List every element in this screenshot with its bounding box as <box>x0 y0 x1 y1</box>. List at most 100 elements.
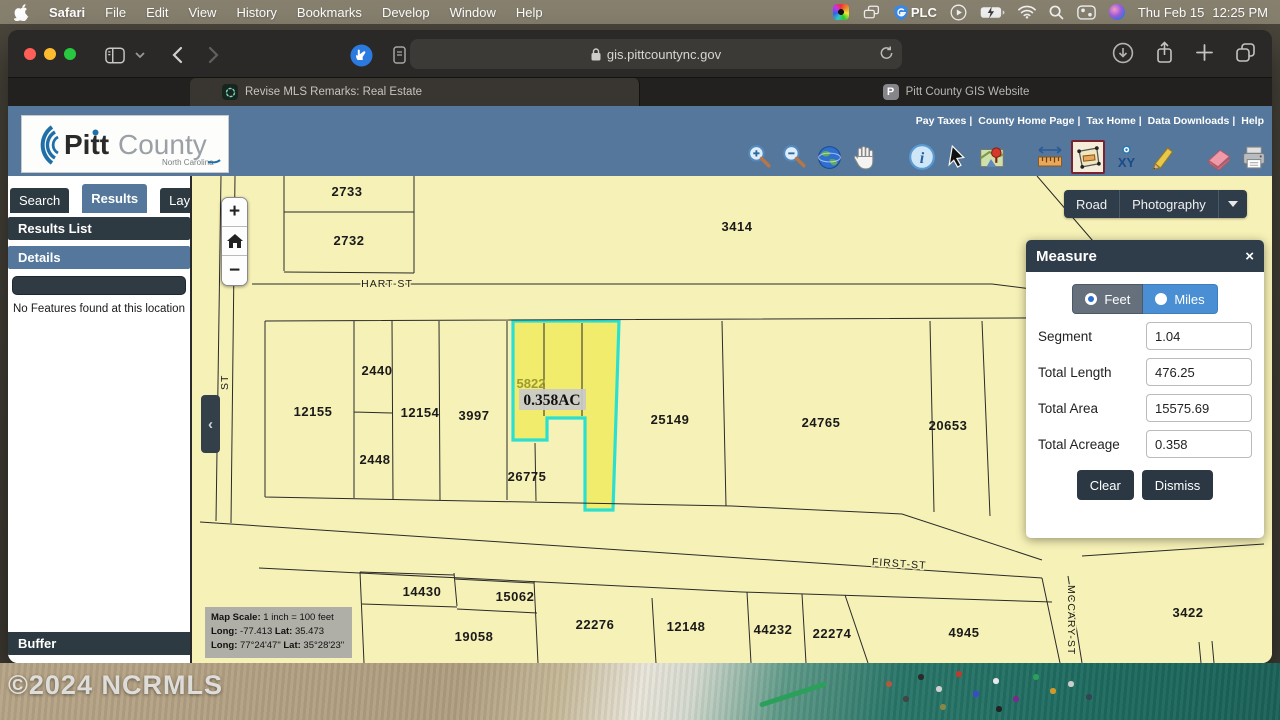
tab-title: Pitt County GIS Website <box>906 86 1030 98</box>
basemap-road-button[interactable]: Road <box>1064 190 1120 218</box>
screen-mirroring-icon[interactable] <box>862 4 880 20</box>
window-controls <box>24 48 76 60</box>
menu-history[interactable]: History <box>226 5 286 20</box>
apple-menu-icon[interactable] <box>14 4 29 21</box>
parcel-label: 26775 <box>508 469 547 484</box>
menu-edit[interactable]: Edit <box>136 5 178 20</box>
identify-info-icon[interactable]: i <box>908 143 936 171</box>
total-length-input[interactable] <box>1146 358 1252 386</box>
status-app-icon[interactable] <box>833 4 849 20</box>
menu-help[interactable]: Help <box>506 5 553 20</box>
menu-window[interactable]: Window <box>440 5 506 20</box>
menu-safari[interactable]: Safari <box>39 5 95 20</box>
basemap-photography-button[interactable]: Photography <box>1120 190 1219 218</box>
details-header[interactable]: Details <box>8 246 190 269</box>
tab-bar: Revise MLS Remarks: Real Estate P Pitt C… <box>8 78 1272 106</box>
pan-hand-icon[interactable] <box>850 143 878 171</box>
menu-bookmarks[interactable]: Bookmarks <box>287 5 372 20</box>
globe-zoom-extent-icon[interactable] <box>815 143 843 171</box>
menu-clock[interactable]: Thu Feb 15 12:25 PM <box>1138 5 1268 20</box>
reload-icon[interactable] <box>879 45 894 64</box>
eraser-icon[interactable] <box>1205 143 1233 171</box>
svg-text:XY: XY <box>1117 154 1135 169</box>
share-icon[interactable] <box>1155 41 1174 69</box>
xy-coordinates-icon[interactable]: XY <box>1112 143 1140 171</box>
control-center-icon[interactable] <box>1077 5 1096 20</box>
long-dms-value: 77°24'47" <box>237 640 283 651</box>
sidebar-collapse-handle[interactable]: ‹ <box>201 395 220 453</box>
battery-icon[interactable] <box>980 6 1005 19</box>
zoom-window-button[interactable] <box>64 48 76 60</box>
parcel-label: 14430 <box>403 584 442 599</box>
address-bar[interactable]: gis.pittcountync.gov <box>410 39 902 69</box>
parcel-label: 24765 <box>802 415 841 430</box>
shield-plc-icon[interactable]: PLC <box>893 4 937 21</box>
caret-down-icon <box>1228 201 1238 207</box>
total-area-input[interactable] <box>1146 394 1252 422</box>
play-status-icon[interactable] <box>950 4 967 21</box>
downloads-icon[interactable] <box>1112 42 1134 69</box>
segment-input[interactable] <box>1146 322 1252 350</box>
gis-favicon: P <box>883 84 899 100</box>
total-acreage-input[interactable] <box>1146 430 1252 458</box>
measure-distance-icon[interactable] <box>1036 143 1064 171</box>
map-scale-box: Map Scale: 1 inch = 100 feet Long: -77.4… <box>205 607 352 658</box>
spotlight-icon[interactable] <box>1049 5 1064 20</box>
zoom-out-button[interactable]: − <box>222 256 247 285</box>
zoom-in-button[interactable]: + <box>222 198 247 227</box>
extension-hand-icon[interactable] <box>348 42 374 68</box>
zoom-in-tool-icon[interactable] <box>745 143 773 171</box>
back-button[interactable] <box>164 42 190 68</box>
unit-feet-button[interactable]: Feet <box>1072 284 1143 314</box>
unit-miles-label: Miles <box>1174 292 1204 307</box>
map-viewport[interactable]: HART-ST FIRST-ST MCCARY-ST ST 2733 2732 … <box>190 176 1272 663</box>
logo-county-text: County <box>118 129 207 160</box>
extension-page-icon[interactable] <box>386 42 412 68</box>
tab-overview-icon[interactable] <box>1235 42 1256 68</box>
home-extent-button[interactable] <box>222 227 247 256</box>
close-window-button[interactable] <box>24 48 36 60</box>
link-data-downloads[interactable]: Data Downloads <box>1148 115 1230 127</box>
zoom-out-tool-icon[interactable] <box>780 143 808 171</box>
link-tax-home[interactable]: Tax Home <box>1086 115 1135 127</box>
wifi-icon[interactable] <box>1018 5 1036 19</box>
link-separator: | <box>1139 115 1142 127</box>
highlight-parcel-id: 5822 <box>517 376 546 391</box>
tab-pitt-county-gis[interactable]: P Pitt County GIS Website <box>640 78 1272 106</box>
siri-icon[interactable] <box>1109 4 1125 20</box>
sidebar-toggle-icon[interactable] <box>102 42 128 68</box>
link-county-home[interactable]: County Home Page <box>978 115 1074 127</box>
close-icon[interactable]: × <box>1245 248 1254 265</box>
tab-revise-mls[interactable]: Revise MLS Remarks: Real Estate <box>190 78 640 106</box>
locate-map-marker-icon[interactable] <box>978 143 1006 171</box>
tab-search[interactable]: Search <box>10 188 69 213</box>
dismiss-button[interactable]: Dismiss <box>1142 470 1214 500</box>
menu-develop[interactable]: Develop <box>372 5 440 20</box>
long-label: Long: <box>211 626 237 637</box>
print-icon[interactable] <box>1240 143 1268 171</box>
parcel-label: 22274 <box>813 626 852 641</box>
draw-pencil-icon[interactable] <box>1147 143 1175 171</box>
results-list-header[interactable]: Results List <box>8 217 190 240</box>
segment-label: Segment <box>1038 329 1146 344</box>
clear-button[interactable]: Clear <box>1077 470 1134 500</box>
menu-view[interactable]: View <box>179 5 227 20</box>
basemap-dropdown-button[interactable] <box>1219 190 1247 218</box>
select-pointer-icon[interactable] <box>943 143 971 171</box>
new-tab-icon[interactable] <box>1195 43 1214 67</box>
tab-results[interactable]: Results <box>82 184 147 213</box>
forward-button[interactable] <box>200 42 226 68</box>
map-zoom-control: + − <box>221 197 248 286</box>
measure-area-icon-active[interactable] <box>1071 140 1105 174</box>
link-pay-taxes[interactable]: Pay Taxes <box>916 115 967 127</box>
sidebar-chevron-icon[interactable] <box>132 42 148 68</box>
menu-file[interactable]: File <box>95 5 136 20</box>
lat-value: 35.473 <box>292 626 324 637</box>
parcel-label: 15062 <box>496 589 535 604</box>
buffer-header[interactable]: Buffer <box>8 632 190 655</box>
gis-page: Pitt County North Carolina Pay Taxes| Co… <box>8 106 1272 663</box>
logo-tagline: North Carolina <box>162 158 214 167</box>
link-help[interactable]: Help <box>1241 115 1264 127</box>
minimize-window-button[interactable] <box>44 48 56 60</box>
unit-miles-button[interactable]: Miles <box>1143 284 1217 314</box>
